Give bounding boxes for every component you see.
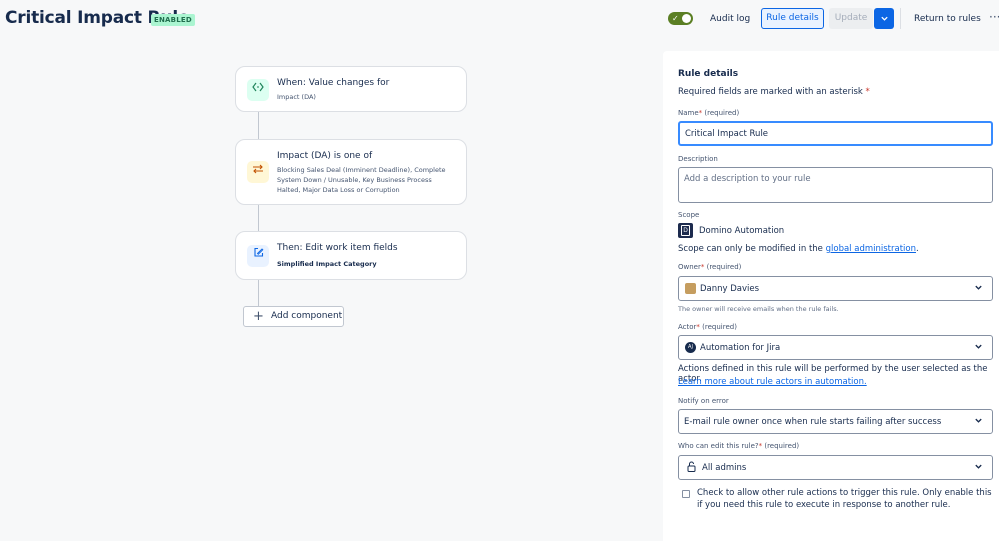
- required-suffix: (required): [704, 109, 740, 117]
- chevron-down-icon: [880, 16, 888, 21]
- owner-helper: The owner will receive emails when the r…: [678, 305, 839, 313]
- audit-log-button[interactable]: Audit log: [710, 14, 750, 24]
- rule-enabled-toggle[interactable]: ✓: [668, 12, 693, 25]
- edit-icon: [247, 245, 269, 267]
- update-dropdown-button[interactable]: [874, 8, 894, 29]
- trigger-node[interactable]: When: Value changes for Impact (DA): [235, 66, 467, 112]
- name-field-value: Critical Impact Rule: [685, 129, 769, 139]
- domino-logo-icon: D: [681, 225, 690, 236]
- chevron-down-icon: [974, 416, 983, 427]
- action-node[interactable]: Then: Edit work item fields Simplified I…: [235, 231, 467, 280]
- header-divider: [900, 8, 901, 29]
- condition-node[interactable]: Impact (DA) is one of Blocking Sales Dea…: [235, 139, 467, 205]
- scope-note-text: Scope can only be modified in the: [678, 244, 826, 254]
- more-actions-button[interactable]: ···: [989, 10, 999, 24]
- allow-rule-trigger-text: Check to allow other rule actions to tri…: [697, 488, 992, 510]
- flow-connector: [258, 205, 259, 231]
- add-component-button[interactable]: + Add component: [243, 306, 344, 327]
- name-label: Name* (required): [678, 109, 739, 117]
- actor-label: Actor* (required): [678, 323, 737, 331]
- scope-note: Scope can only be modified in the global…: [678, 244, 919, 254]
- required-note-text: Required fields are marked with an aster…: [678, 87, 863, 97]
- actor-label-text: Actor: [678, 323, 697, 331]
- trigger-subtitle: Impact (DA): [277, 93, 316, 101]
- automation-avatar-icon: AJ: [685, 342, 696, 353]
- panel-heading: Rule details: [678, 69, 739, 79]
- required-suffix: (required): [764, 442, 800, 450]
- action-subtitle: Simplified Impact Category: [277, 260, 377, 268]
- actor-select[interactable]: AJ Automation for Jira: [678, 335, 993, 360]
- rule-details-panel: Rule details Required fields are marked …: [663, 51, 999, 541]
- required-note: Required fields are marked with an aster…: [678, 87, 870, 97]
- who-can-edit-label: Who can edit this rule?* (required): [678, 442, 799, 450]
- header-bar: Critical Impact Rule ENABLED ✓ Audit log…: [0, 0, 999, 40]
- name-label-text: Name: [678, 109, 699, 117]
- actor-value: Automation for Jira: [700, 343, 781, 353]
- required-asterisk: *: [696, 323, 700, 331]
- lock-icon: [687, 461, 696, 475]
- condition-subtitle: Blocking Sales Deal (Imminent Deadline),…: [277, 166, 446, 194]
- plus-icon: +: [253, 309, 264, 324]
- notify-select[interactable]: E-mail rule owner once when rule starts …: [678, 409, 993, 434]
- required-asterisk: *: [758, 442, 763, 450]
- owner-label-text: Owner: [678, 263, 701, 271]
- description-label: Description: [678, 155, 718, 163]
- global-administration-link[interactable]: global administration: [826, 244, 916, 254]
- required-suffix: (required): [706, 263, 742, 271]
- trigger-title: When: Value changes for: [277, 78, 390, 88]
- owner-label: Owner* (required): [678, 263, 741, 271]
- condition-title: Impact (DA) is one of: [277, 151, 373, 161]
- flow-connector: [258, 112, 259, 139]
- scope-value: Domino Automation: [699, 226, 785, 236]
- scope-avatar: D: [678, 223, 693, 238]
- required-asterisk: *: [698, 109, 703, 117]
- scope-label: Scope: [678, 211, 700, 219]
- required-asterisk: *: [700, 263, 705, 271]
- rule-actors-link[interactable]: Learn more about rule actors in automati…: [678, 377, 867, 387]
- who-can-edit-value: All admins: [702, 463, 747, 473]
- description-placeholder: Add a description to your rule: [684, 174, 811, 184]
- toggle-knob: [682, 14, 691, 23]
- return-to-rules-button[interactable]: Return to rules: [914, 14, 981, 24]
- who-can-edit-select[interactable]: All admins: [678, 455, 993, 480]
- code-brackets-icon: [247, 79, 269, 101]
- owner-select[interactable]: Danny Davies: [678, 276, 993, 301]
- chevron-down-icon: [974, 462, 983, 473]
- chevron-down-icon: [974, 342, 983, 353]
- owner-avatar: [685, 283, 696, 294]
- action-title: Then: Edit work item fields: [277, 243, 398, 253]
- swap-arrows-icon: [247, 161, 269, 183]
- flow-connector: [258, 280, 259, 306]
- scope-note-period: .: [915, 244, 919, 254]
- add-component-label: Add component: [271, 311, 343, 321]
- name-field[interactable]: Critical Impact Rule: [678, 121, 993, 146]
- who-can-edit-label-text: Who can edit this rule?: [678, 442, 759, 450]
- rule-details-button[interactable]: Rule details: [761, 8, 824, 29]
- owner-value: Danny Davies: [700, 284, 760, 294]
- allow-rule-trigger-checkbox[interactable]: [682, 490, 690, 498]
- notify-label: Notify on error: [678, 397, 729, 405]
- update-button[interactable]: Update: [829, 8, 873, 29]
- required-asterisk: *: [865, 87, 870, 97]
- status-badge: ENABLED: [151, 14, 195, 26]
- description-field[interactable]: Add a description to your rule: [678, 167, 993, 203]
- check-icon: ✓: [672, 14, 679, 23]
- notify-value: E-mail rule owner once when rule starts …: [684, 417, 942, 427]
- chevron-down-icon: [974, 283, 983, 294]
- required-suffix: (required): [702, 323, 737, 331]
